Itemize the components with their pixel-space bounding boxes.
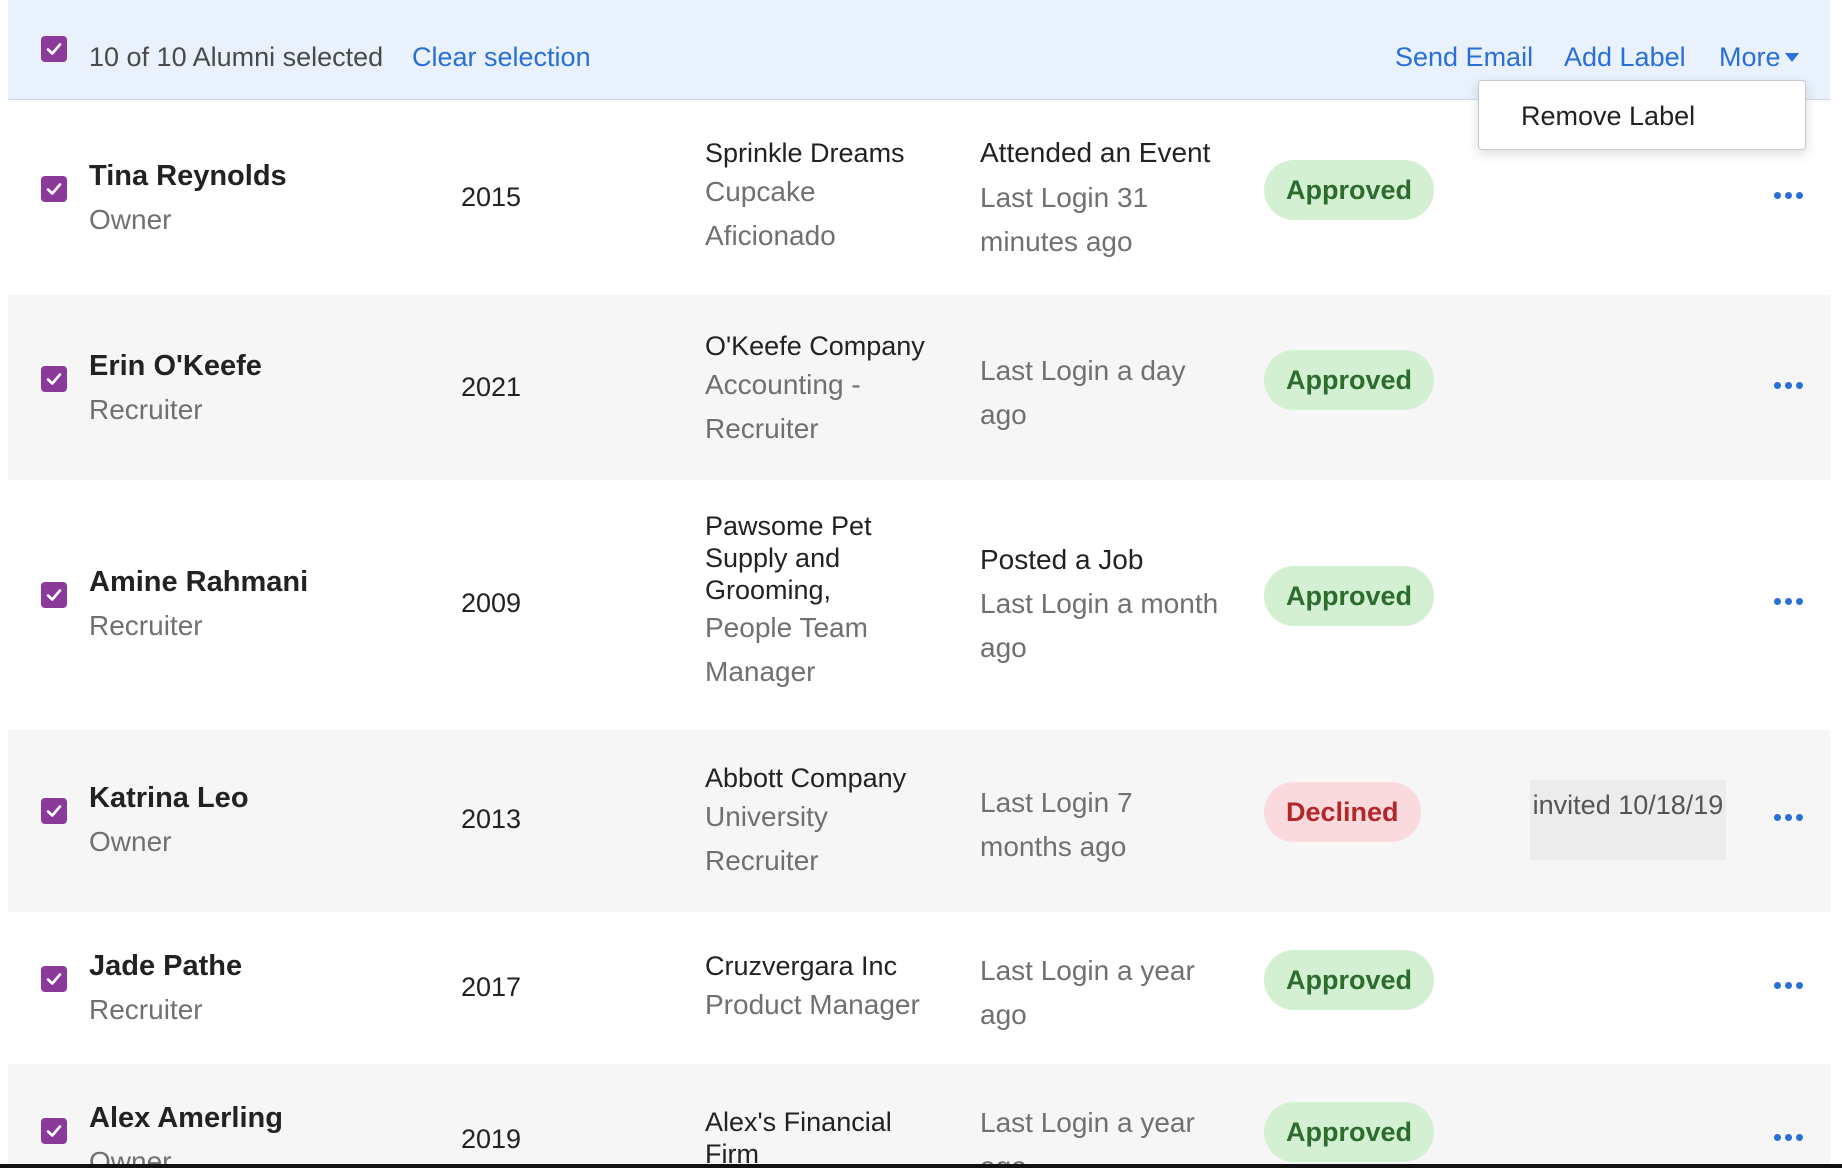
company-name: Pawsome Pet Supply and Grooming, bbox=[705, 511, 872, 605]
last-login: Last Login a year ago bbox=[980, 955, 1195, 1030]
company-name: Alex's Financial Firm bbox=[705, 1107, 892, 1164]
table-row[interactable]: Amine Rahmani Recruiter 2009 Pawsome Pet… bbox=[8, 480, 1830, 730]
checkbox-checked-icon bbox=[46, 805, 62, 817]
alumni-role: Owner bbox=[89, 204, 172, 235]
recent-activity: Attended an Event bbox=[980, 137, 1211, 168]
graduation-year: 2009 bbox=[461, 588, 522, 618]
alumni-name[interactable]: Katrina Leo bbox=[89, 782, 249, 815]
last-login: Last Login 7 months ago bbox=[980, 787, 1133, 862]
alumni-role: Recruiter bbox=[89, 610, 203, 641]
table-row[interactable]: Jade Pathe Recruiter 2017 Cruzvergara In… bbox=[8, 912, 1830, 1064]
add-label-button[interactable]: Add Label bbox=[1564, 42, 1686, 73]
invited-date: invited 10/18/19 bbox=[1530, 780, 1726, 860]
graduation-year: 2017 bbox=[461, 972, 522, 1002]
select-all-checkbox[interactable] bbox=[41, 36, 67, 62]
clear-selection-link[interactable]: Clear selection bbox=[412, 42, 591, 73]
company-name: O'Keefe Company bbox=[705, 331, 925, 361]
caret-down-icon bbox=[1784, 53, 1799, 62]
table-row[interactable]: Katrina Leo Owner 2013 Abbott Company Un… bbox=[8, 730, 1830, 912]
alumni-list: 10 of 10 Alumni selected Clear selection… bbox=[8, 0, 1830, 1164]
row-checkbox[interactable] bbox=[41, 798, 67, 824]
table-row[interactable]: Alex Amerling Owner 2019 Alex's Financia… bbox=[8, 1064, 1830, 1164]
graduation-year: 2013 bbox=[461, 804, 522, 834]
checkbox-checked-icon bbox=[46, 43, 62, 55]
job-title: People Team Manager bbox=[705, 612, 868, 687]
checkbox-checked-icon bbox=[46, 183, 62, 195]
graduation-year: 2015 bbox=[461, 182, 522, 212]
more-label: More bbox=[1719, 42, 1781, 72]
alumni-role: Recruiter bbox=[89, 994, 203, 1025]
row-actions-button[interactable] bbox=[1774, 380, 1804, 390]
checkbox-checked-icon bbox=[46, 1125, 62, 1137]
window-bottom-edge bbox=[0, 1164, 1842, 1168]
last-login: Last Login 31 minutes ago bbox=[980, 182, 1149, 257]
alumni-name[interactable]: Tina Reynolds bbox=[89, 160, 287, 193]
last-login: Last Login a year ago bbox=[980, 1107, 1195, 1164]
row-checkbox[interactable] bbox=[41, 966, 67, 992]
more-dropdown-menu: Remove Label bbox=[1478, 80, 1806, 150]
status-badge: Approved bbox=[1264, 950, 1435, 1010]
job-title: Product Manager bbox=[705, 989, 920, 1020]
alumni-role: Owner bbox=[89, 1146, 172, 1164]
graduation-year: 2019 bbox=[461, 1124, 522, 1154]
company-name: Sprinkle Dreams bbox=[705, 138, 905, 168]
row-checkbox[interactable] bbox=[41, 582, 67, 608]
status-badge: Approved bbox=[1264, 1102, 1435, 1162]
more-dropdown-button[interactable]: More bbox=[1719, 42, 1799, 73]
recent-activity: Posted a Job bbox=[980, 544, 1144, 575]
row-checkbox[interactable] bbox=[41, 176, 67, 202]
last-login: Last Login a day ago bbox=[980, 355, 1186, 430]
job-title: Cupcake Aficionado bbox=[705, 176, 836, 251]
row-actions-button[interactable] bbox=[1774, 1132, 1804, 1142]
send-email-button[interactable]: Send Email bbox=[1395, 42, 1533, 73]
company-name: Cruzvergara Inc bbox=[705, 951, 898, 981]
row-checkbox[interactable] bbox=[41, 1118, 67, 1144]
last-login: Last Login a month ago bbox=[980, 588, 1219, 663]
row-actions-button[interactable] bbox=[1774, 596, 1804, 606]
status-badge: Approved bbox=[1264, 350, 1435, 410]
row-actions-button[interactable] bbox=[1774, 812, 1804, 822]
status-badge: Declined bbox=[1264, 782, 1421, 842]
checkbox-checked-icon bbox=[46, 973, 62, 985]
checkbox-checked-icon bbox=[46, 373, 62, 385]
selection-count: 10 of 10 Alumni selected bbox=[89, 42, 384, 72]
alumni-name[interactable]: Erin O'Keefe bbox=[89, 350, 262, 383]
job-title: University Recruiter bbox=[705, 801, 828, 876]
alumni-name[interactable]: Alex Amerling bbox=[89, 1102, 283, 1135]
alumni-role: Owner bbox=[89, 826, 172, 857]
row-actions-button[interactable] bbox=[1774, 190, 1804, 200]
status-badge: Approved bbox=[1264, 566, 1435, 626]
job-title: Accounting - Recruiter bbox=[705, 369, 861, 444]
status-badge: Approved bbox=[1264, 160, 1435, 220]
graduation-year: 2021 bbox=[461, 372, 522, 402]
row-actions-button[interactable] bbox=[1774, 980, 1804, 990]
alumni-name[interactable]: Jade Pathe bbox=[89, 950, 242, 983]
row-checkbox[interactable] bbox=[41, 366, 67, 392]
company-name: Abbott Company bbox=[705, 763, 907, 793]
alumni-role: Recruiter bbox=[89, 394, 203, 425]
alumni-name[interactable]: Amine Rahmani bbox=[89, 566, 308, 599]
checkbox-checked-icon bbox=[46, 589, 62, 601]
table-row[interactable]: Erin O'Keefe Recruiter 2021 O'Keefe Comp… bbox=[8, 295, 1830, 480]
remove-label-menu-item[interactable]: Remove Label bbox=[1521, 101, 1695, 132]
